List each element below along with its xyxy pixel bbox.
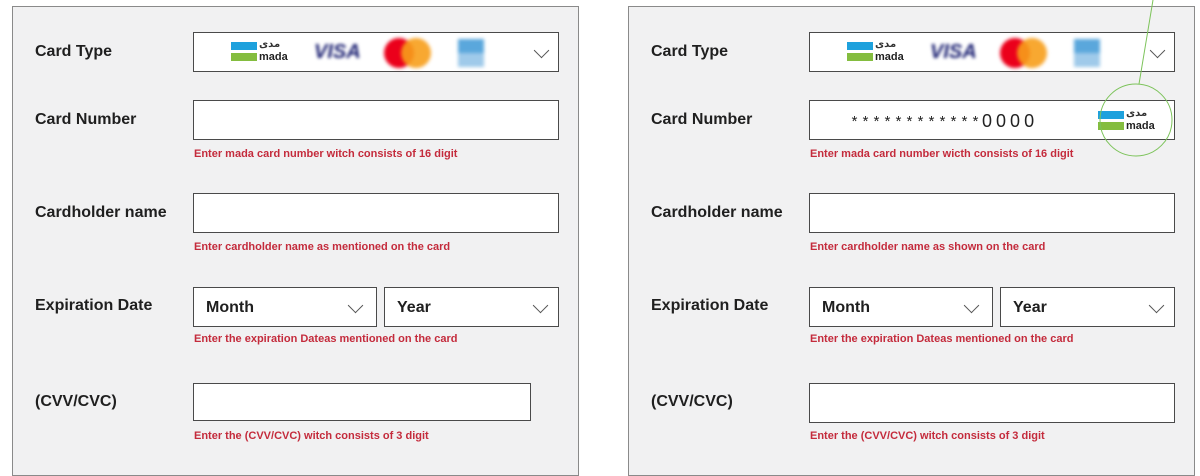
card-type-select[interactable]: مدى mada VISA [809, 32, 1175, 72]
amex-logo [1074, 39, 1100, 67]
card-type-label: Card Type [651, 43, 729, 60]
card-type-label: Card Type [35, 43, 113, 60]
payment-form-left: Card Type مدى mada VISA Card Number Ente… [12, 6, 579, 476]
cvv-hint: Enter the (CVV/CVC) witch consists of 3 … [194, 430, 429, 442]
year-value: Year [1013, 299, 1047, 316]
visa-logo: VISA [314, 41, 361, 63]
mada-logo: مدى mada [847, 39, 904, 64]
expiration-label: Expiration Date [35, 297, 153, 314]
cvv-label: (CVV/CVC) [651, 393, 733, 410]
card-number-label: Card Number [35, 111, 137, 128]
mastercard-logo [384, 38, 432, 68]
chevron-down-icon[interactable] [1149, 42, 1166, 59]
mada-logo-arabic: مدى [875, 39, 897, 50]
card-number-input[interactable]: ************0000 مدى mada [809, 100, 1175, 140]
cvv-label: (CVV/CVC) [35, 393, 117, 410]
mada-logo-arabic: مدى [1126, 108, 1148, 119]
visa-logo: VISA [930, 41, 977, 63]
cardholder-input[interactable] [193, 193, 559, 233]
mada-logo-text: mada [875, 51, 904, 63]
cardholder-hint: Enter cardholder name as mentioned on th… [194, 241, 451, 253]
mastercard-logo [1000, 38, 1048, 68]
cardholder-label: Cardholder name [35, 204, 167, 221]
card-number-label: Card Number [651, 111, 753, 128]
card-number-last-digits: 0000 [982, 111, 1039, 131]
expiration-hint: Enter the expiration Dateas mentioned on… [194, 333, 458, 345]
cvv-input[interactable] [193, 383, 531, 421]
chevron-down-icon[interactable] [532, 297, 549, 314]
expiration-hint: Enter the expiration Dateas mentioned on… [810, 333, 1074, 345]
cardholder-input[interactable] [809, 193, 1175, 233]
mada-logo-text: mada [259, 51, 288, 63]
card-number-input[interactable] [193, 100, 559, 140]
chevron-down-icon[interactable] [533, 42, 550, 59]
mada-logo: مدى mada [231, 39, 288, 64]
mada-logo-arabic: مدى [259, 39, 281, 50]
payment-form-right: Card Type مدى mada VISA Card Number ****… [628, 6, 1195, 476]
card-number-hint: Enter mada card number wicth consists of… [810, 148, 1074, 160]
mada-logo: مدى mada [1098, 108, 1155, 133]
month-value: Month [206, 299, 254, 316]
chevron-down-icon[interactable] [963, 297, 980, 314]
month-value: Month [822, 299, 870, 316]
card-number-value: ************0000 [850, 111, 1038, 132]
card-type-select[interactable]: مدى mada VISA [193, 32, 559, 72]
card-number-hint: Enter mada card number witch consists of… [194, 148, 458, 160]
card-number-mask: ************ [850, 115, 983, 132]
cardholder-label: Cardholder name [651, 204, 783, 221]
chevron-down-icon[interactable] [347, 297, 364, 314]
cvv-input[interactable] [809, 383, 1175, 423]
year-select[interactable]: Year [384, 287, 559, 327]
year-select[interactable]: Year [1000, 287, 1175, 327]
cvv-hint: Enter the (CVV/CVC) witch consists of 3 … [810, 430, 1045, 442]
year-value: Year [397, 299, 431, 316]
cardholder-hint: Enter cardholder name as shown on the ca… [810, 241, 1046, 253]
expiration-label: Expiration Date [651, 297, 769, 314]
chevron-down-icon[interactable] [1148, 297, 1165, 314]
mada-logo-text: mada [1126, 120, 1155, 132]
amex-logo [458, 39, 484, 67]
month-select[interactable]: Month [809, 287, 993, 327]
month-select[interactable]: Month [193, 287, 377, 327]
